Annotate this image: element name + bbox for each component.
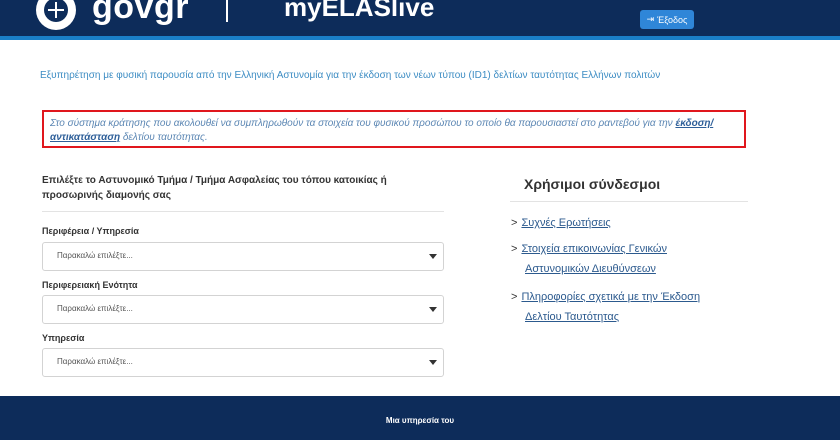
link-contact-text-2[interactable]: Αστυνομικών Διευθύνσεων [525,263,656,275]
exit-icon: ⇥ [646,14,655,24]
link-marker: > [511,217,518,229]
link-contact-text-1[interactable]: Στοιχεία επικοινωνίας Γενικών [521,243,667,255]
govgr-logo[interactable]: govgr [92,0,189,27]
regional-unit-label: Περιφερειακή Ενότητα [42,280,138,290]
useful-links-title: Χρήσιμοι σύνδεσμοι [524,176,661,192]
service-select-value: Παρακαλώ επιλέξτε... [57,357,133,366]
chevron-down-icon [429,307,437,312]
header-accent-bar [0,36,840,40]
footer-text: Μια υπηρεσία του [385,416,455,425]
chevron-down-icon [429,254,437,259]
service-select[interactable]: Παρακαλώ επιλέξτε... [42,348,444,377]
links-divider [510,201,748,202]
link-contact[interactable]: > Στοιχεία επικοινωνίας Γενικών Αστυνομικ… [511,239,667,279]
app-title[interactable]: myELASlive [284,0,434,23]
emblem-cross-horizontal [48,9,64,11]
greek-emblem-icon [36,0,76,30]
logout-button[interactable]: ⇥ Έξοδος [640,10,694,29]
heading-divider [42,211,444,212]
link-id-info-text-1[interactable]: Πληροφορίες σχετικά με την Έκδοση [521,291,700,303]
region-select[interactable]: Παρακαλώ επιλέξτε... [42,242,444,271]
region-select-value: Παρακαλώ επιλέξτε... [57,251,133,260]
regional-unit-select[interactable]: Παρακαλώ επιλέξτε... [42,295,444,324]
link-marker: > [511,243,518,255]
notice-box: Στο σύστημα κράτησης που ακολουθεί να συ… [42,110,746,148]
link-id-info-text-2[interactable]: Δελτίου Ταυτότητας [525,311,619,323]
link-faq-text[interactable]: Συχνές Ερωτήσεις [521,217,610,229]
page-subtitle: Εξυπηρέτηση με φυσική παρουσία από την Ε… [40,70,661,81]
link-marker: > [511,291,518,303]
emblem-inner [44,0,68,22]
select-heading: Επιλέξτε το Αστυνομικό Τμήμα / Τμήμα Ασφ… [42,175,387,201]
notice-text-1: Στο σύστημα κράτησης που ακολουθεί να συ… [50,118,676,129]
footer: Μια υπηρεσία του [0,396,840,440]
link-faq[interactable]: > Συχνές Ερωτήσεις [511,213,611,233]
chevron-down-icon [429,360,437,365]
regional-unit-select-value: Παρακαλώ επιλέξτε... [57,304,133,313]
region-label: Περιφέρεια / Υπηρεσία [42,226,139,236]
top-header: govgr myELASlive ⇥ Έξοδος [0,0,840,36]
service-label: Υπηρεσία [42,333,85,343]
header-divider [226,0,228,22]
link-id-info[interactable]: > Πληροφορίες σχετικά με την Έκδοση Δελτί… [511,287,700,327]
logout-label: Έξοδος [657,14,688,25]
notice-text-2: δελτίου ταυτότητας. [120,132,208,143]
